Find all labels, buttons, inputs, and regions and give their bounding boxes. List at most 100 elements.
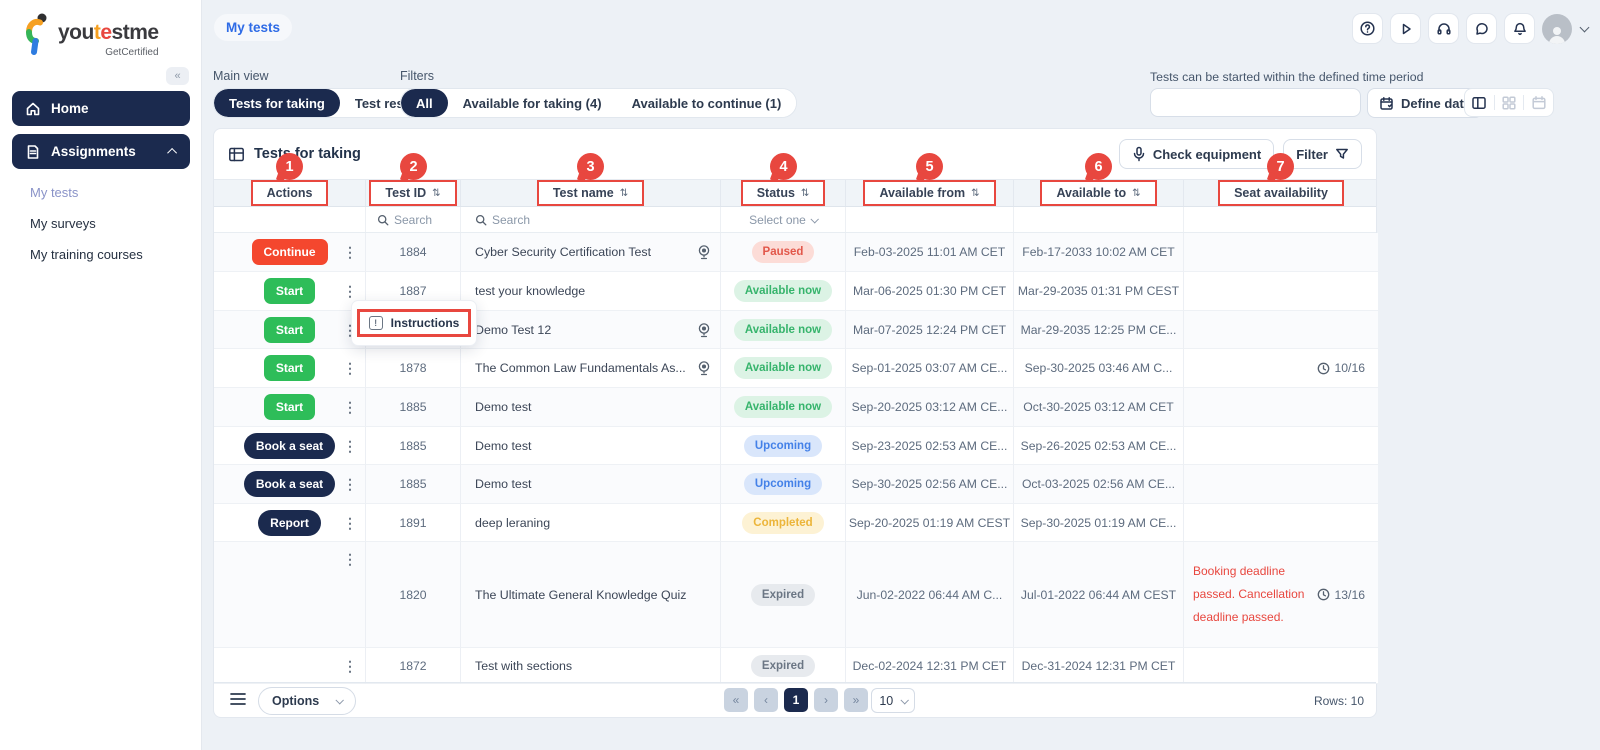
user-silhouette-icon bbox=[1546, 24, 1568, 44]
column-header-status[interactable]: Status⇅ bbox=[741, 180, 826, 206]
grid-view-icon[interactable] bbox=[1501, 95, 1517, 111]
start-button[interactable]: Start bbox=[264, 355, 315, 381]
status-badge: Available now bbox=[734, 357, 832, 379]
funnel-icon bbox=[1335, 147, 1349, 161]
kebab-menu-icon[interactable]: ⋮ bbox=[337, 477, 363, 491]
search-icon bbox=[475, 214, 487, 226]
table-header-row: Actions Test ID⇅ Test name⇅ Status⇅ Avai… bbox=[214, 179, 1376, 207]
bell-icon bbox=[1512, 21, 1528, 37]
logo-wordmark: youtestme bbox=[58, 20, 159, 46]
available-to-cell: Jul-01-2022 06:44 AM CEST bbox=[1014, 542, 1184, 648]
seat-availability-cell bbox=[1184, 272, 1378, 311]
page-size-select[interactable]: 10 bbox=[871, 688, 915, 713]
tab-tests-for-taking[interactable]: Tests for taking bbox=[214, 89, 340, 117]
column-header-available-from[interactable]: Available from⇅ bbox=[863, 180, 995, 206]
page: youtestme GetCertified « Home Assignment… bbox=[0, 0, 1600, 750]
filter-all[interactable]: All bbox=[401, 89, 448, 117]
seat-availability-cell bbox=[1184, 504, 1378, 542]
filter-available-for-taking[interactable]: Available for taking (4) bbox=[448, 89, 617, 117]
previous-page-button[interactable]: ‹ bbox=[754, 688, 778, 712]
support-button[interactable] bbox=[1428, 13, 1459, 44]
test-id-cell: 1872 bbox=[366, 648, 461, 684]
test-name-search-input[interactable] bbox=[492, 213, 642, 227]
report-button[interactable]: Report bbox=[258, 510, 321, 536]
logo-subtitle: GetCertified bbox=[105, 47, 158, 58]
sidebar-item-my-surveys[interactable]: My surveys bbox=[30, 216, 96, 231]
table-view-icon[interactable] bbox=[1471, 95, 1487, 111]
home-icon bbox=[25, 101, 41, 117]
menu-icon[interactable] bbox=[230, 692, 246, 706]
date-range-input[interactable] bbox=[1150, 88, 1361, 117]
chat-icon bbox=[1474, 21, 1490, 37]
sidebar-item-my-tests[interactable]: My tests bbox=[30, 185, 78, 200]
column-header-actions[interactable]: Actions bbox=[251, 180, 329, 206]
table-row: Continue⋮ 1884 Cyber Security Certificat… bbox=[214, 233, 1376, 272]
test-id-search-input[interactable] bbox=[394, 213, 449, 227]
chevron-up-icon bbox=[167, 148, 177, 158]
book-a-seat-button[interactable]: Book a seat bbox=[244, 471, 335, 497]
avatar[interactable] bbox=[1542, 14, 1572, 44]
document-icon bbox=[25, 144, 41, 160]
help-icon bbox=[1359, 20, 1376, 37]
column-header-test-name[interactable]: Test name⇅ bbox=[537, 180, 644, 206]
check-equipment-button[interactable]: Check equipment bbox=[1119, 139, 1274, 169]
kebab-menu-icon[interactable]: ⋮ bbox=[337, 245, 363, 259]
column-header-available-to[interactable]: Available to⇅ bbox=[1040, 180, 1156, 206]
sidebar-item-my-training-courses[interactable]: My training courses bbox=[30, 247, 143, 262]
kebab-menu-icon[interactable]: ⋮ bbox=[337, 516, 363, 530]
sidebar-collapse-button[interactable]: « bbox=[166, 67, 189, 85]
annotation-badge-3: 3 bbox=[577, 153, 604, 180]
options-dropdown[interactable]: Options bbox=[258, 687, 356, 715]
last-page-button[interactable]: » bbox=[844, 688, 868, 712]
seat-availability-cell bbox=[1184, 427, 1378, 465]
tutorial-button[interactable] bbox=[1390, 13, 1421, 44]
status-badge: Available now bbox=[734, 319, 832, 341]
column-header-test-id[interactable]: Test ID⇅ bbox=[369, 180, 456, 206]
filter-available-to-continue[interactable]: Available to continue (1) bbox=[617, 89, 797, 117]
status-select[interactable]: Select one bbox=[721, 207, 846, 232]
row-context-menu: ! Instructions bbox=[351, 300, 477, 346]
instructions-icon: ! bbox=[369, 316, 383, 330]
status-badge: Available now bbox=[734, 280, 832, 302]
book-a-seat-button[interactable]: Book a seat bbox=[244, 433, 335, 459]
filter-tabs: All Available for taking (4) Available t… bbox=[400, 88, 797, 118]
proctoring-camera-icon bbox=[697, 245, 711, 260]
sidebar-item-assignments[interactable]: Assignments bbox=[12, 134, 190, 169]
page-1-button[interactable]: 1 bbox=[784, 688, 808, 712]
test-id-cell: 1884 bbox=[366, 233, 461, 272]
table-row: ⋮ 1820 The Ultimate General Knowledge Qu… bbox=[214, 542, 1376, 648]
kebab-menu-icon[interactable]: ⋮ bbox=[337, 400, 363, 414]
kebab-menu-icon[interactable]: ⋮ bbox=[337, 439, 363, 453]
annotation-badge-5: 5 bbox=[916, 153, 943, 180]
kebab-menu-icon[interactable]: ⋮ bbox=[337, 659, 363, 673]
status-badge: Paused bbox=[752, 241, 815, 263]
sort-icon: ⇅ bbox=[1132, 188, 1140, 199]
seat-availability-cell bbox=[1184, 388, 1378, 427]
annotation-badge-1: 1 bbox=[276, 153, 303, 180]
headphones-icon bbox=[1436, 21, 1452, 37]
available-from-cell: Sep-01-2025 03:07 AM CE... bbox=[846, 349, 1014, 388]
notifications-button[interactable] bbox=[1504, 13, 1535, 44]
kebab-menu-icon[interactable]: ⋮ bbox=[337, 284, 363, 298]
calendar-view-icon[interactable] bbox=[1531, 95, 1547, 111]
table-row: ⋮ 1872 Test with sections Expired Dec-02… bbox=[214, 648, 1376, 684]
filter-button[interactable]: Filter bbox=[1283, 139, 1362, 169]
first-page-button[interactable]: « bbox=[724, 688, 748, 712]
seat-availability-cell bbox=[1184, 648, 1378, 684]
menu-item-instructions[interactable]: ! Instructions bbox=[357, 309, 472, 337]
annotation-badge-2: 2 bbox=[400, 153, 427, 180]
start-button[interactable]: Start bbox=[264, 394, 315, 420]
kebab-menu-icon[interactable]: ⋮ bbox=[337, 552, 363, 566]
start-button[interactable]: Start bbox=[264, 278, 315, 304]
column-header-seat-availability[interactable]: Seat availability bbox=[1218, 180, 1344, 206]
kebab-menu-icon[interactable]: ⋮ bbox=[337, 361, 363, 375]
sidebar-item-home[interactable]: Home bbox=[12, 91, 190, 126]
breadcrumb[interactable]: My tests bbox=[214, 14, 292, 41]
next-page-button[interactable]: › bbox=[814, 688, 838, 712]
chevron-down-icon[interactable] bbox=[1580, 22, 1590, 32]
help-button[interactable] bbox=[1352, 13, 1383, 44]
start-button[interactable]: Start bbox=[264, 317, 315, 343]
chat-button[interactable] bbox=[1466, 13, 1497, 44]
test-name-cell: Test with sections bbox=[461, 648, 721, 684]
continue-button[interactable]: Continue bbox=[252, 239, 328, 265]
